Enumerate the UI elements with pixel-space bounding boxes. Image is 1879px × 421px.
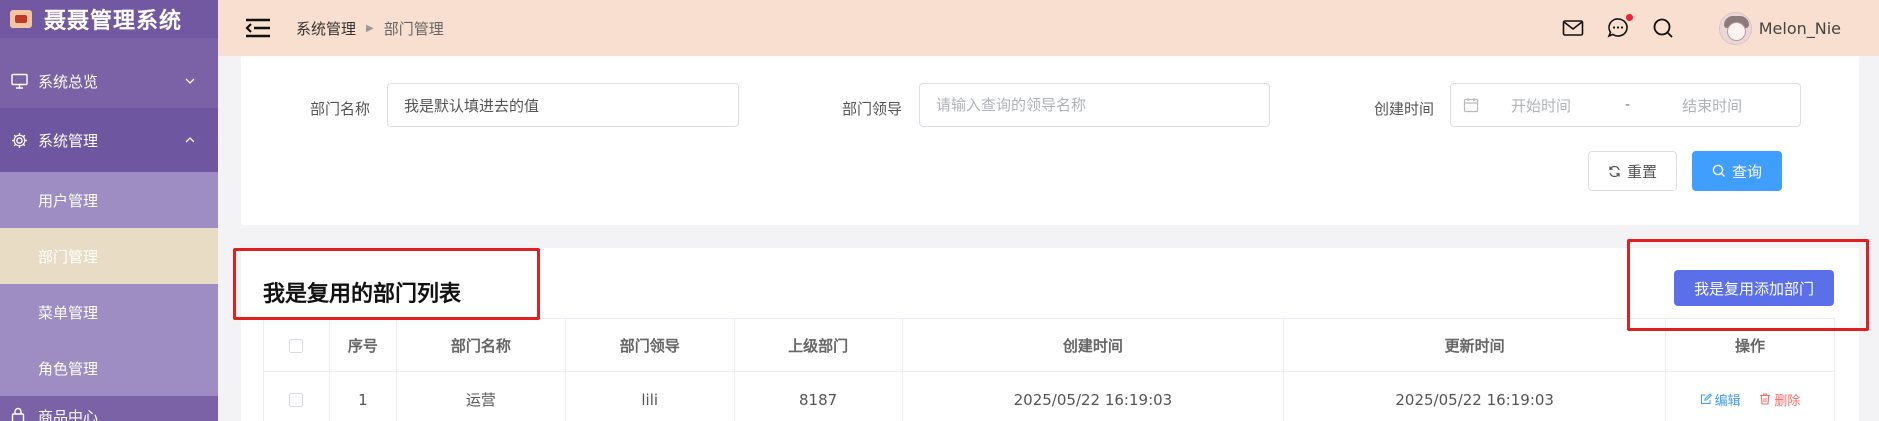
cell-created: 2025/05/22 16:19:03 (901, 371, 1285, 421)
column-header: 上级部门 (733, 318, 903, 372)
sidebar-item-users[interactable]: 用户管理 (0, 172, 218, 228)
avatar[interactable] (1718, 11, 1752, 45)
monitor-icon (10, 72, 28, 90)
menu-toggle-icon[interactable] (245, 17, 271, 39)
menu-product-center[interactable]: 商品中心 (0, 396, 218, 421)
menu-label: 系统总览 (38, 72, 99, 91)
menu-label: 商品中心 (38, 407, 99, 421)
cell-parent: 8187 (733, 371, 903, 421)
column-header: 部门领导 (564, 318, 735, 372)
row-select-cell (263, 371, 330, 421)
top-header: 系统管理 ▶ 部门管理 Melon_Nie (218, 0, 1879, 56)
breadcrumb: 系统管理 ▶ 部门管理 (296, 18, 444, 39)
query-button[interactable]: 查询 (1692, 151, 1782, 191)
table-row: 1 运营 lili 8187 2025/05/22 16:19:03 2025/… (263, 371, 1835, 421)
dept-name-field[interactable] (387, 83, 739, 127)
cell-updated: 2025/05/22 16:19:03 (1283, 371, 1667, 421)
created-time-range[interactable]: 开始时间 - 结束时间 (1450, 83, 1801, 127)
logo-icon (10, 10, 32, 28)
notification-dot (1625, 14, 1633, 21)
sidebar-item-menus[interactable]: 菜单管理 (0, 284, 218, 340)
edit-label: 编辑 (1714, 393, 1741, 409)
cell-index: 1 (328, 371, 397, 421)
query-label: 查询 (1731, 162, 1762, 181)
range-separator: - (1625, 97, 1631, 113)
reset-button[interactable]: 重置 (1588, 151, 1677, 191)
trash-icon (1760, 393, 1771, 405)
mail-icon[interactable] (1561, 16, 1585, 40)
leader-label: 部门领导 (842, 100, 903, 118)
header-actions: Melon_Nie (1561, 0, 1879, 56)
column-header: 部门名称 (395, 318, 566, 372)
column-header: 更新时间 (1283, 318, 1667, 372)
menu-system-overview[interactable]: 系统总览 (0, 54, 218, 108)
column-header: 创建时间 (901, 318, 1285, 372)
leader-input[interactable] (936, 96, 1269, 114)
search-form: 部门名称 部门领导 创建时间 开始时间 - 结束时间 重置 查询 (241, 56, 1859, 225)
search-icon[interactable] (1651, 16, 1675, 40)
menu-label: 系统管理 (38, 131, 99, 150)
row-checkbox[interactable] (289, 393, 304, 407)
caret-right-icon: ▶ (366, 22, 374, 34)
chevron-down-icon (184, 75, 196, 87)
created-time-label: 创建时间 (1374, 100, 1435, 118)
cell-actions: 编辑 删除 (1665, 371, 1835, 421)
column-header: 序号 (328, 318, 397, 372)
leader-field[interactable] (919, 83, 1270, 127)
edit-icon (1700, 393, 1712, 405)
delete-button[interactable]: 删除 (1759, 390, 1800, 409)
sidebar-item-roles[interactable]: 角色管理 (0, 340, 218, 396)
start-time-input[interactable]: 开始时间 (1511, 95, 1571, 116)
sidebar: 聂聂管理系统 系统总览 系统管理 用户管理 部门管理 菜单管理 角色管理 商品中… (0, 0, 218, 421)
app-title: 聂聂管理系统 (44, 9, 183, 34)
add-button-highlight-box (1627, 239, 1869, 331)
end-time-input[interactable]: 结束时间 (1682, 95, 1742, 116)
logo: 聂聂管理系统 (0, 0, 218, 38)
reset-label: 重置 (1626, 162, 1657, 181)
username[interactable]: Melon_Nie (1759, 19, 1841, 38)
breadcrumb-current: 部门管理 (383, 19, 444, 38)
search-icon (1712, 164, 1725, 177)
dept-name-label: 部门名称 (310, 100, 371, 118)
breadcrumb-root[interactable]: 系统管理 (296, 18, 356, 39)
table-header-row: 序号 部门名称 部门领导 上级部门 创建时间 更新时间 操作 (263, 318, 1835, 372)
menu-system-management[interactable]: 系统管理 (0, 108, 218, 172)
chat-icon[interactable] (1606, 14, 1633, 40)
gear-icon (10, 131, 28, 149)
cell-dept-name: 运营 (395, 371, 566, 421)
delete-label: 删除 (1774, 393, 1801, 409)
department-table: 序号 部门名称 部门领导 上级部门 创建时间 更新时间 操作 1 运营 lili… (263, 318, 1835, 421)
lock-icon (10, 407, 28, 421)
refresh-icon (1609, 165, 1620, 177)
cell-leader: lili (564, 371, 735, 421)
select-all-cell (263, 318, 330, 372)
title-highlight-box (233, 248, 540, 320)
select-all-checkbox[interactable] (289, 338, 304, 353)
dept-name-input[interactable] (404, 96, 738, 114)
chevron-up-icon (184, 134, 196, 146)
edit-button[interactable]: 编辑 (1700, 390, 1741, 409)
calendar-icon (1463, 97, 1479, 113)
sidebar-item-departments[interactable]: 部门管理 (0, 228, 218, 284)
system-submenu: 用户管理 部门管理 菜单管理 角色管理 (0, 172, 218, 396)
